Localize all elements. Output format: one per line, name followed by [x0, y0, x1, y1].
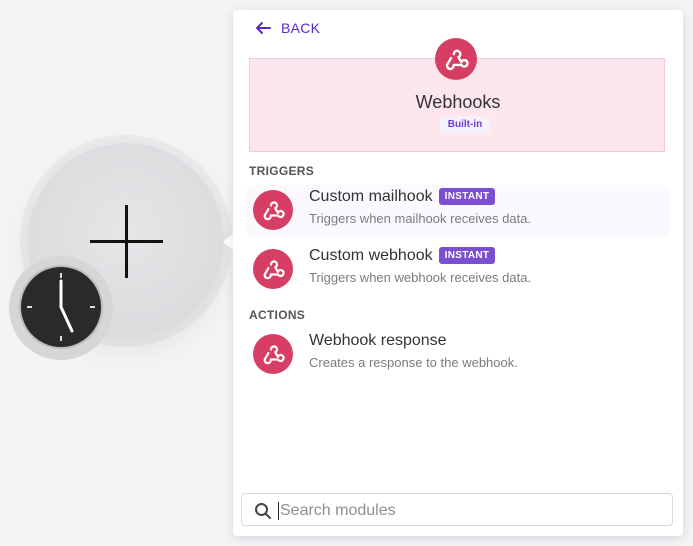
clock-icon[interactable] [19, 265, 103, 349]
module-custom-webhook[interactable]: Custom webhook INSTANT Triggers when webh… [247, 244, 669, 296]
module-name: Webhook response [309, 332, 447, 349]
back-button[interactable]: BACK [255, 20, 320, 36]
webhook-icon [435, 38, 477, 80]
arrow-left-icon [256, 22, 271, 34]
webhook-icon [253, 249, 293, 289]
search-box[interactable] [241, 493, 673, 526]
search-input[interactable] [278, 498, 662, 524]
search-icon [255, 503, 271, 519]
module-webhook-response[interactable]: Webhook response Creates a response to t… [247, 329, 669, 381]
module-description: Triggers when webhook receives data. [309, 270, 532, 285]
instant-badge: INSTANT [438, 188, 496, 205]
plus-icon-vertical[interactable] [125, 205, 128, 278]
instant-badge: INSTANT [438, 247, 496, 264]
app-title: Webhooks [415, 92, 501, 112]
webhook-icon [253, 334, 293, 374]
text-caret [278, 502, 279, 520]
module-description: Triggers when mailhook receives data. [309, 211, 532, 226]
module-picker-panel: BACK Webhooks Built-in TRIGGERS Custom m… [233, 10, 683, 536]
built-in-badge: Built-in [440, 117, 490, 133]
back-label: BACK [281, 20, 321, 36]
module-name: Custom webhook INSTANT [309, 247, 496, 265]
module-name: Custom mailhook INSTANT [309, 188, 496, 206]
triggers-heading: TRIGGERS [249, 164, 315, 178]
module-custom-mailhook[interactable]: Custom mailhook INSTANT Triggers when mai… [247, 185, 669, 237]
webhook-icon [253, 190, 293, 230]
module-description: Creates a response to the webhook. [309, 355, 518, 370]
actions-heading: ACTIONS [249, 308, 306, 322]
